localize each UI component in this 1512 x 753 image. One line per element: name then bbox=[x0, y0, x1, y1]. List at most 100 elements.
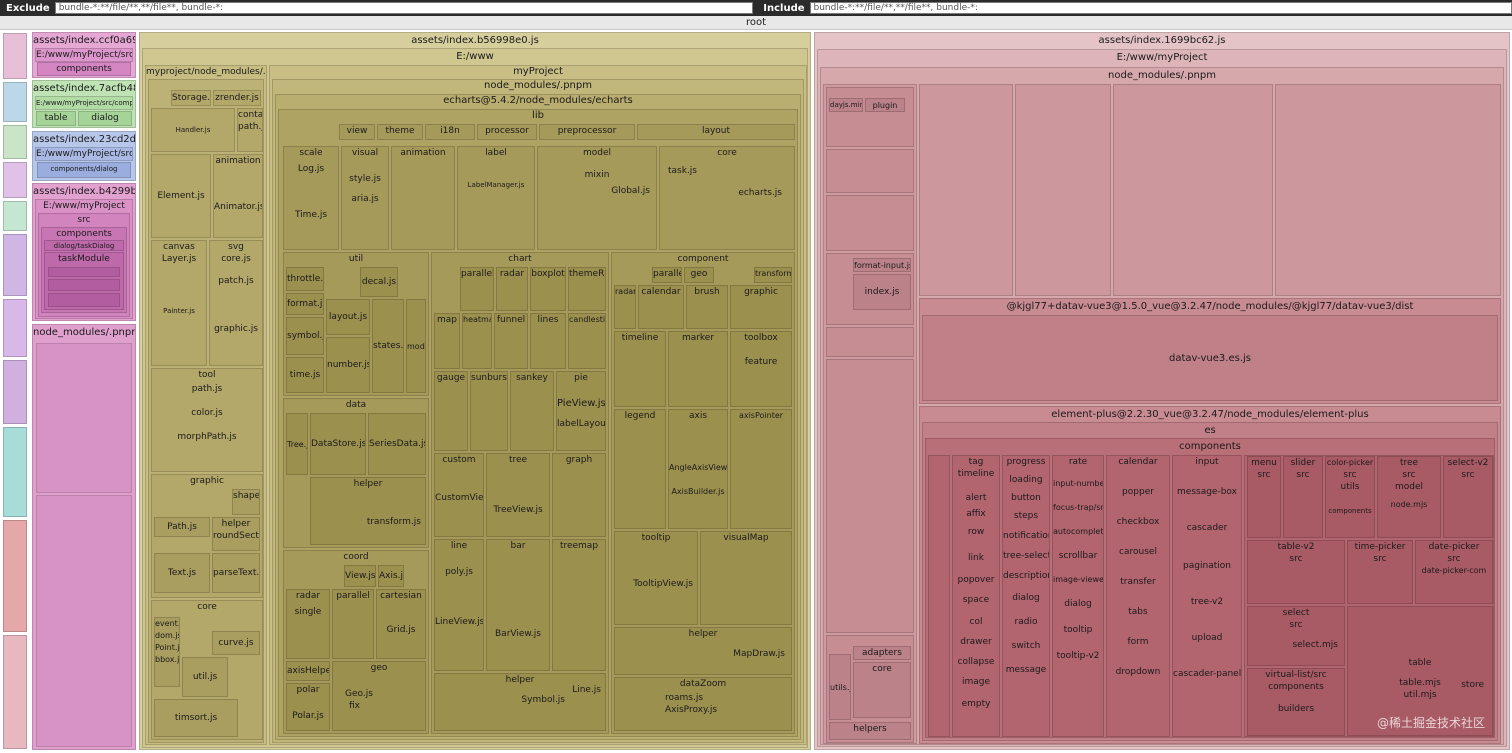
comp-tooltip[interactable]: tooltip TooltipView.js bbox=[614, 531, 698, 625]
ep-col-3[interactable]: rate input-number focus-trap/src autocom… bbox=[1052, 455, 1104, 737]
ep-col-6[interactable]: menu src slider src color-picker src utils co… bbox=[1244, 455, 1494, 737]
animation-node[interactable]: animation Animator.js bbox=[213, 154, 263, 238]
right-project-node[interactable]: E:/www/myProject node_modules/.pnpm dayj… bbox=[817, 49, 1507, 747]
datav-file[interactable]: datav-vue3.es.js bbox=[922, 315, 1498, 401]
bundle-23cd2dd2[interactable]: assets/index.23cd2dd2.js E:/www/myProjec… bbox=[32, 131, 136, 181]
ep-item[interactable]: link bbox=[953, 552, 999, 564]
ep-item[interactable]: pagination bbox=[1173, 560, 1241, 572]
path-node[interactable]: E:/www/myProject/src/components bbox=[35, 96, 133, 110]
index-file[interactable]: index.js bbox=[853, 274, 911, 310]
comp-datazoom[interactable]: dataZoom roams.js AxisProxy.js bbox=[614, 677, 792, 731]
ep-item[interactable]: carousel bbox=[1107, 546, 1169, 558]
es-node[interactable]: es components tag timeline alert affix r… bbox=[922, 422, 1498, 741]
ep-item[interactable]: switch bbox=[1003, 640, 1049, 652]
ep-slider[interactable]: slider src bbox=[1283, 456, 1323, 538]
axis-coord-file[interactable]: Axis.js bbox=[378, 565, 404, 587]
ep-item[interactable]: dialog bbox=[1053, 598, 1103, 610]
ep-item[interactable]: scrollbar bbox=[1053, 550, 1103, 562]
comp-axispointer[interactable]: axisPointer bbox=[730, 409, 792, 529]
view-coord-file[interactable]: View.js bbox=[344, 565, 376, 587]
parsetext-file[interactable]: parseText.js bbox=[212, 553, 260, 593]
ep-item[interactable]: popover bbox=[953, 574, 999, 586]
components-node[interactable]: components bbox=[37, 62, 131, 76]
visual-node[interactable]: visual style.js aria.js bbox=[341, 146, 389, 250]
helper-node[interactable]: helper roundSector.js bbox=[212, 517, 260, 551]
datastore-file[interactable]: DataStore.js bbox=[310, 413, 366, 475]
ep-item[interactable]: loading bbox=[1003, 474, 1049, 486]
throttle-file[interactable]: throttle.js bbox=[286, 267, 324, 291]
text-file[interactable]: Text.js bbox=[154, 553, 210, 593]
ep-item[interactable]: transfer bbox=[1107, 576, 1169, 588]
root-node[interactable]: root bbox=[0, 16, 1512, 30]
ep-col-2[interactable]: progress loading button steps notificati… bbox=[1002, 455, 1050, 737]
element-file[interactable]: Element.js bbox=[151, 154, 211, 238]
comp-marker[interactable]: marker bbox=[668, 331, 728, 407]
project-node[interactable]: E:/www/myProject src components dialog/t… bbox=[35, 199, 133, 319]
component-node[interactable]: component parallel geo transform radar c… bbox=[611, 252, 795, 734]
states-file[interactable]: states.js bbox=[372, 299, 404, 393]
ep-item[interactable]: message-box bbox=[1173, 486, 1241, 498]
ep-col-4[interactable]: calendar popper checkbox carousel transf… bbox=[1106, 455, 1170, 737]
polar-node[interactable]: polar Polar.js bbox=[286, 683, 330, 731]
ep-item[interactable]: image-viewer bbox=[1053, 574, 1103, 586]
geo-node[interactable]: geo Geo.js fix bbox=[332, 661, 426, 731]
graphic-node[interactable]: graphic shape Path.js helper roundSector.… bbox=[151, 474, 263, 598]
core-lib-node[interactable]: core bbox=[853, 662, 911, 718]
ep-item[interactable]: space bbox=[953, 594, 999, 606]
path-node[interactable]: E:/www/myProject/src bbox=[35, 48, 133, 62]
data-node[interactable]: data Tree.js DataStore.js SeriesData.js … bbox=[283, 398, 429, 548]
storage-file[interactable]: Storage.js bbox=[171, 90, 211, 106]
util-file[interactable]: util.js bbox=[182, 657, 228, 697]
i18n-node[interactable]: i18n bbox=[425, 124, 475, 140]
misc-node-b[interactable] bbox=[826, 195, 914, 251]
tool-node[interactable]: tool path.js color.js morphPath.js bbox=[151, 368, 263, 472]
zrender-file[interactable]: zrender.js bbox=[213, 90, 261, 106]
ep-item[interactable]: tabs bbox=[1107, 606, 1169, 618]
tiny-bundle[interactable] bbox=[3, 201, 27, 231]
utils-file[interactable]: utils.js bbox=[829, 654, 851, 720]
ep-item[interactable]: empty bbox=[953, 698, 999, 710]
dayjs-file[interactable]: dayjs.min.js bbox=[829, 98, 863, 112]
ep-item[interactable]: message bbox=[1003, 664, 1049, 676]
bundle-b56998e0[interactable]: assets/index.b56998e0.js E:/www myprojec… bbox=[139, 32, 811, 750]
lib-node[interactable]: lib view theme i18n processor preprocess… bbox=[278, 109, 798, 737]
seriesdata-file[interactable]: SeriesData.js bbox=[368, 413, 426, 475]
ep-item[interactable]: checkbox bbox=[1107, 516, 1169, 528]
data-helper-node[interactable]: helper transform.js bbox=[310, 477, 426, 545]
ep-item[interactable]: popper bbox=[1107, 486, 1169, 498]
comp-timeline[interactable]: timeline bbox=[614, 331, 666, 407]
chart-treemap[interactable]: treemap bbox=[552, 539, 606, 671]
chart-map[interactable]: map bbox=[434, 313, 460, 369]
ep-item[interactable]: progress bbox=[1003, 456, 1049, 468]
format-input-node[interactable]: format-input.js index.js bbox=[826, 253, 914, 325]
util-node[interactable]: util throttle.js decal.js format.js layo… bbox=[283, 252, 429, 396]
core-ec-node[interactable]: core task.js echarts.js bbox=[659, 146, 795, 250]
ep-item[interactable]: alert bbox=[953, 492, 999, 504]
tiny-bundle[interactable] bbox=[3, 299, 27, 357]
pnpm-node[interactable]: node_modules/.pnpm echarts@5.4.2/node_mo… bbox=[272, 79, 804, 743]
tiny-bundle[interactable] bbox=[3, 234, 27, 296]
comp-legend[interactable]: legend bbox=[614, 409, 666, 529]
ep-item[interactable]: drawer bbox=[953, 636, 999, 648]
bundle-b4299b16[interactable]: assets/index.b4299b16.js E:/www/myProjec… bbox=[32, 183, 136, 321]
label-node[interactable]: label LabelManager.js bbox=[457, 146, 535, 250]
ep-item[interactable]: notification bbox=[1003, 530, 1049, 542]
dayjs-node[interactable]: dayjs.min.js plugin bbox=[826, 87, 914, 147]
tiny-bundle[interactable] bbox=[3, 520, 27, 632]
chart-custom[interactable]: custom CustomView.js bbox=[434, 453, 484, 537]
axishelper-file[interactable]: axisHelper.js bbox=[286, 661, 330, 681]
zr-core-node[interactable]: core curve.js event.js dom.js Point.js bbox… bbox=[151, 600, 263, 740]
handler-file[interactable]: Handler.js bbox=[151, 108, 235, 152]
path-node[interactable]: E:/www/myProject/src bbox=[35, 147, 133, 161]
ep-item[interactable]: tooltip-v2 bbox=[1053, 650, 1103, 662]
ep-item[interactable]: tag bbox=[953, 456, 999, 468]
format-file[interactable]: format.js bbox=[286, 293, 324, 315]
path-file[interactable]: Path.js bbox=[154, 517, 210, 537]
scale-node[interactable]: scale Log.js Time.js bbox=[283, 146, 339, 250]
model-node[interactable]: model mixin Global.js bbox=[537, 146, 657, 250]
ep-item[interactable]: timeline bbox=[953, 468, 999, 480]
chart-node[interactable]: chart parallel radar boxplot themeRiver … bbox=[431, 252, 609, 734]
comp-transform[interactable]: transform bbox=[754, 267, 792, 283]
comp-parallel[interactable]: parallel bbox=[652, 267, 682, 283]
ep-item[interactable]: dialog bbox=[1003, 592, 1049, 604]
